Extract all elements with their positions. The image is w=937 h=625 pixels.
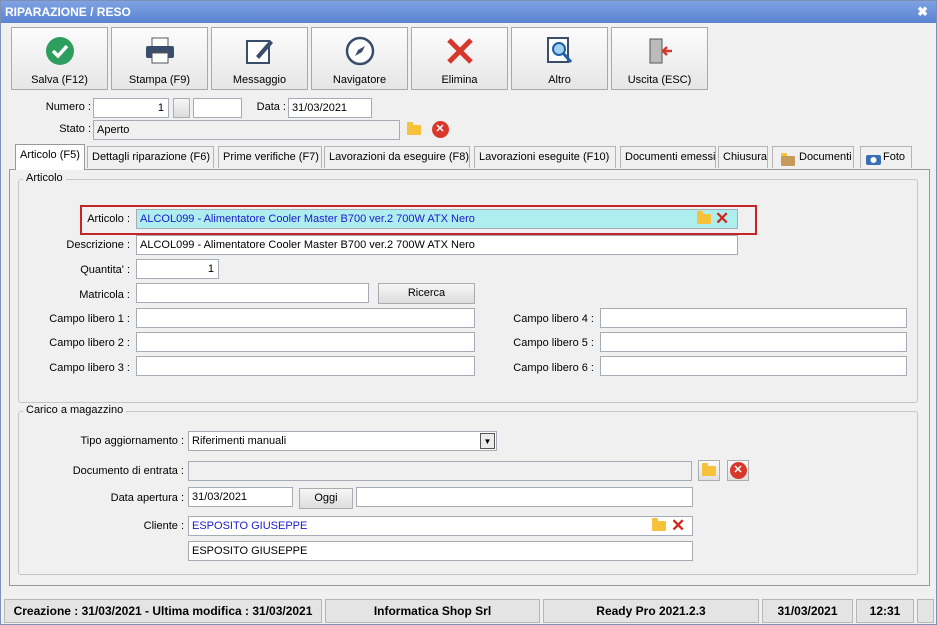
descrizione-input[interactable]: ALCOL099 - Alimentatore Cooler Master B7…: [136, 235, 738, 255]
message-button[interactable]: Messaggio: [211, 27, 308, 90]
campo-libero-3-input[interactable]: [136, 356, 475, 376]
campo-libero-6-label: Campo libero 6 :: [513, 362, 594, 374]
data-apertura-note-input[interactable]: [356, 487, 693, 507]
navigator-button[interactable]: Navigatore: [311, 27, 408, 90]
tab-chiusura[interactable]: Chiusura: [718, 146, 768, 168]
title-bar: RIPARAZIONE / RESO ✖: [1, 1, 936, 23]
chevron-down-icon[interactable]: ▼: [480, 433, 495, 449]
articolo-folder-icon[interactable]: [697, 211, 711, 227]
window: RIPARAZIONE / RESO ✖ Salva (F12) Stampa …: [0, 0, 937, 625]
campo-libero-3-label: Campo libero 3 :: [49, 362, 130, 374]
cliente-clear-icon[interactable]: ✕: [671, 517, 685, 534]
articolo-label: Articolo :: [87, 213, 130, 225]
campo-libero-6-input[interactable]: [600, 356, 907, 376]
message-label: Messaggio: [232, 74, 287, 86]
tipo-aggiornamento-select[interactable]: Riferimenti manuali ▼: [188, 431, 497, 451]
campo-libero-4-label: Campo libero 4 :: [513, 313, 594, 325]
tab-documenti-label: Documenti: [799, 151, 852, 163]
status-time: 12:31: [856, 599, 914, 623]
delete-button[interactable]: Elimina: [411, 27, 508, 90]
status-company: Informatica Shop Srl: [325, 599, 540, 623]
window-title: RIPARAZIONE / RESO: [5, 5, 131, 19]
more-button[interactable]: Altro: [511, 27, 608, 90]
save-label: Salva (F12): [31, 74, 88, 86]
exit-label: Uscita (ESC): [627, 74, 692, 86]
navigator-label: Navigatore: [332, 74, 387, 86]
numero-suffix-input[interactable]: [193, 98, 242, 118]
tab-documenti-emessi[interactable]: Documenti emessi: [620, 146, 716, 168]
data-label: Data :: [256, 101, 286, 113]
tab-panel-articolo: Articolo Articolo : ALCOL099 - Alimentat…: [9, 169, 930, 586]
stato-input[interactable]: Aperto: [93, 120, 400, 140]
numero-input[interactable]: 1: [93, 98, 169, 118]
edit-message-icon: [212, 34, 307, 68]
campo-libero-5-label: Campo libero 5 :: [513, 337, 594, 349]
print-button[interactable]: Stampa (F9): [111, 27, 208, 90]
stato-label: Stato :: [59, 123, 91, 135]
status-date: 31/03/2021: [762, 599, 853, 623]
articolo-clear-icon[interactable]: ✕: [715, 210, 729, 227]
oggi-button[interactable]: Oggi: [299, 488, 353, 509]
data-apertura-label: Data apertura :: [110, 492, 184, 504]
check-icon: [12, 34, 107, 68]
delete-x-icon: [412, 34, 507, 68]
matricola-label: Matricola :: [79, 289, 130, 301]
documento-entrata-label: Documento di entrata :: [72, 465, 184, 477]
campo-libero-1-label: Campo libero 1 :: [49, 313, 130, 325]
tab-lavorazioni-eseguite[interactable]: Lavorazioni eseguite (F10): [474, 146, 616, 168]
cliente-label: Cliente :: [143, 520, 184, 532]
descrizione-label: Descrizione :: [66, 239, 130, 251]
status-version: Ready Pro 2021.2.3: [543, 599, 759, 623]
ricerca-button[interactable]: Ricerca: [378, 283, 475, 304]
campo-libero-2-label: Campo libero 2 :: [49, 337, 130, 349]
data-apertura-input[interactable]: 31/03/2021: [188, 487, 293, 507]
tab-lavorazioni-da-eseguire[interactable]: Lavorazioni da eseguire (F8): [324, 146, 470, 168]
compass-icon: [312, 34, 407, 68]
more-label: Altro: [548, 74, 571, 86]
exit-button[interactable]: Uscita (ESC): [611, 27, 708, 90]
cliente-descrizione-input[interactable]: ESPOSITO GIUSEPPE: [188, 541, 693, 561]
search-document-icon: [512, 34, 607, 68]
printer-icon: [112, 34, 207, 68]
campo-libero-1-input[interactable]: [136, 308, 475, 328]
quantita-input[interactable]: 1: [136, 259, 219, 279]
tipo-aggiornamento-value: Riferimenti manuali: [192, 435, 287, 447]
tab-foto-label: Foto: [883, 151, 906, 163]
quantita-label: Quantita' :: [80, 264, 130, 276]
cliente-input[interactable]: ESPOSITO GIUSEPPE: [188, 516, 693, 536]
carico-group-title: Carico a magazzino: [23, 404, 127, 416]
save-button[interactable]: Salva (F12): [11, 27, 108, 90]
delete-label: Elimina: [441, 74, 478, 86]
cliente-folder-icon[interactable]: [652, 518, 666, 534]
tab-documenti[interactable]: Documenti: [772, 146, 854, 168]
campo-libero-2-input[interactable]: [136, 332, 475, 352]
documento-folder-icon[interactable]: [698, 460, 720, 481]
documento-entrata-input[interactable]: [188, 461, 692, 481]
tipo-aggiornamento-label: Tipo aggiornamento :: [80, 435, 184, 447]
status-creazione: Creazione : 31/03/2021 - Ultima modifica…: [4, 599, 322, 623]
status-filler: [917, 599, 934, 623]
data-input[interactable]: 31/03/2021: [288, 98, 372, 118]
articolo-group-title: Articolo: [23, 172, 66, 184]
tab-prime-verifiche[interactable]: Prime verifiche (F7): [218, 146, 322, 168]
campo-libero-5-input[interactable]: [600, 332, 907, 352]
campo-libero-4-input[interactable]: [600, 308, 907, 328]
stato-folder-icon[interactable]: [403, 119, 425, 140]
documento-clear-icon[interactable]: ✕: [727, 460, 749, 481]
close-icon[interactable]: ✖: [917, 1, 928, 23]
numero-label: Numero :: [45, 101, 91, 113]
numero-spin-button[interactable]: [173, 98, 190, 118]
print-label: Stampa (F9): [128, 74, 191, 86]
tab-foto[interactable]: Foto: [860, 146, 912, 168]
stato-clear-icon[interactable]: ✕: [429, 119, 451, 140]
articolo-input[interactable]: ALCOL099 - Alimentatore Cooler Master B7…: [136, 209, 738, 229]
matricola-input[interactable]: [136, 283, 369, 303]
tab-articolo[interactable]: Articolo (F5): [15, 144, 85, 170]
exit-door-icon: [612, 34, 707, 68]
tab-dettagli-riparazione[interactable]: Dettagli riparazione (F6): [87, 146, 214, 168]
